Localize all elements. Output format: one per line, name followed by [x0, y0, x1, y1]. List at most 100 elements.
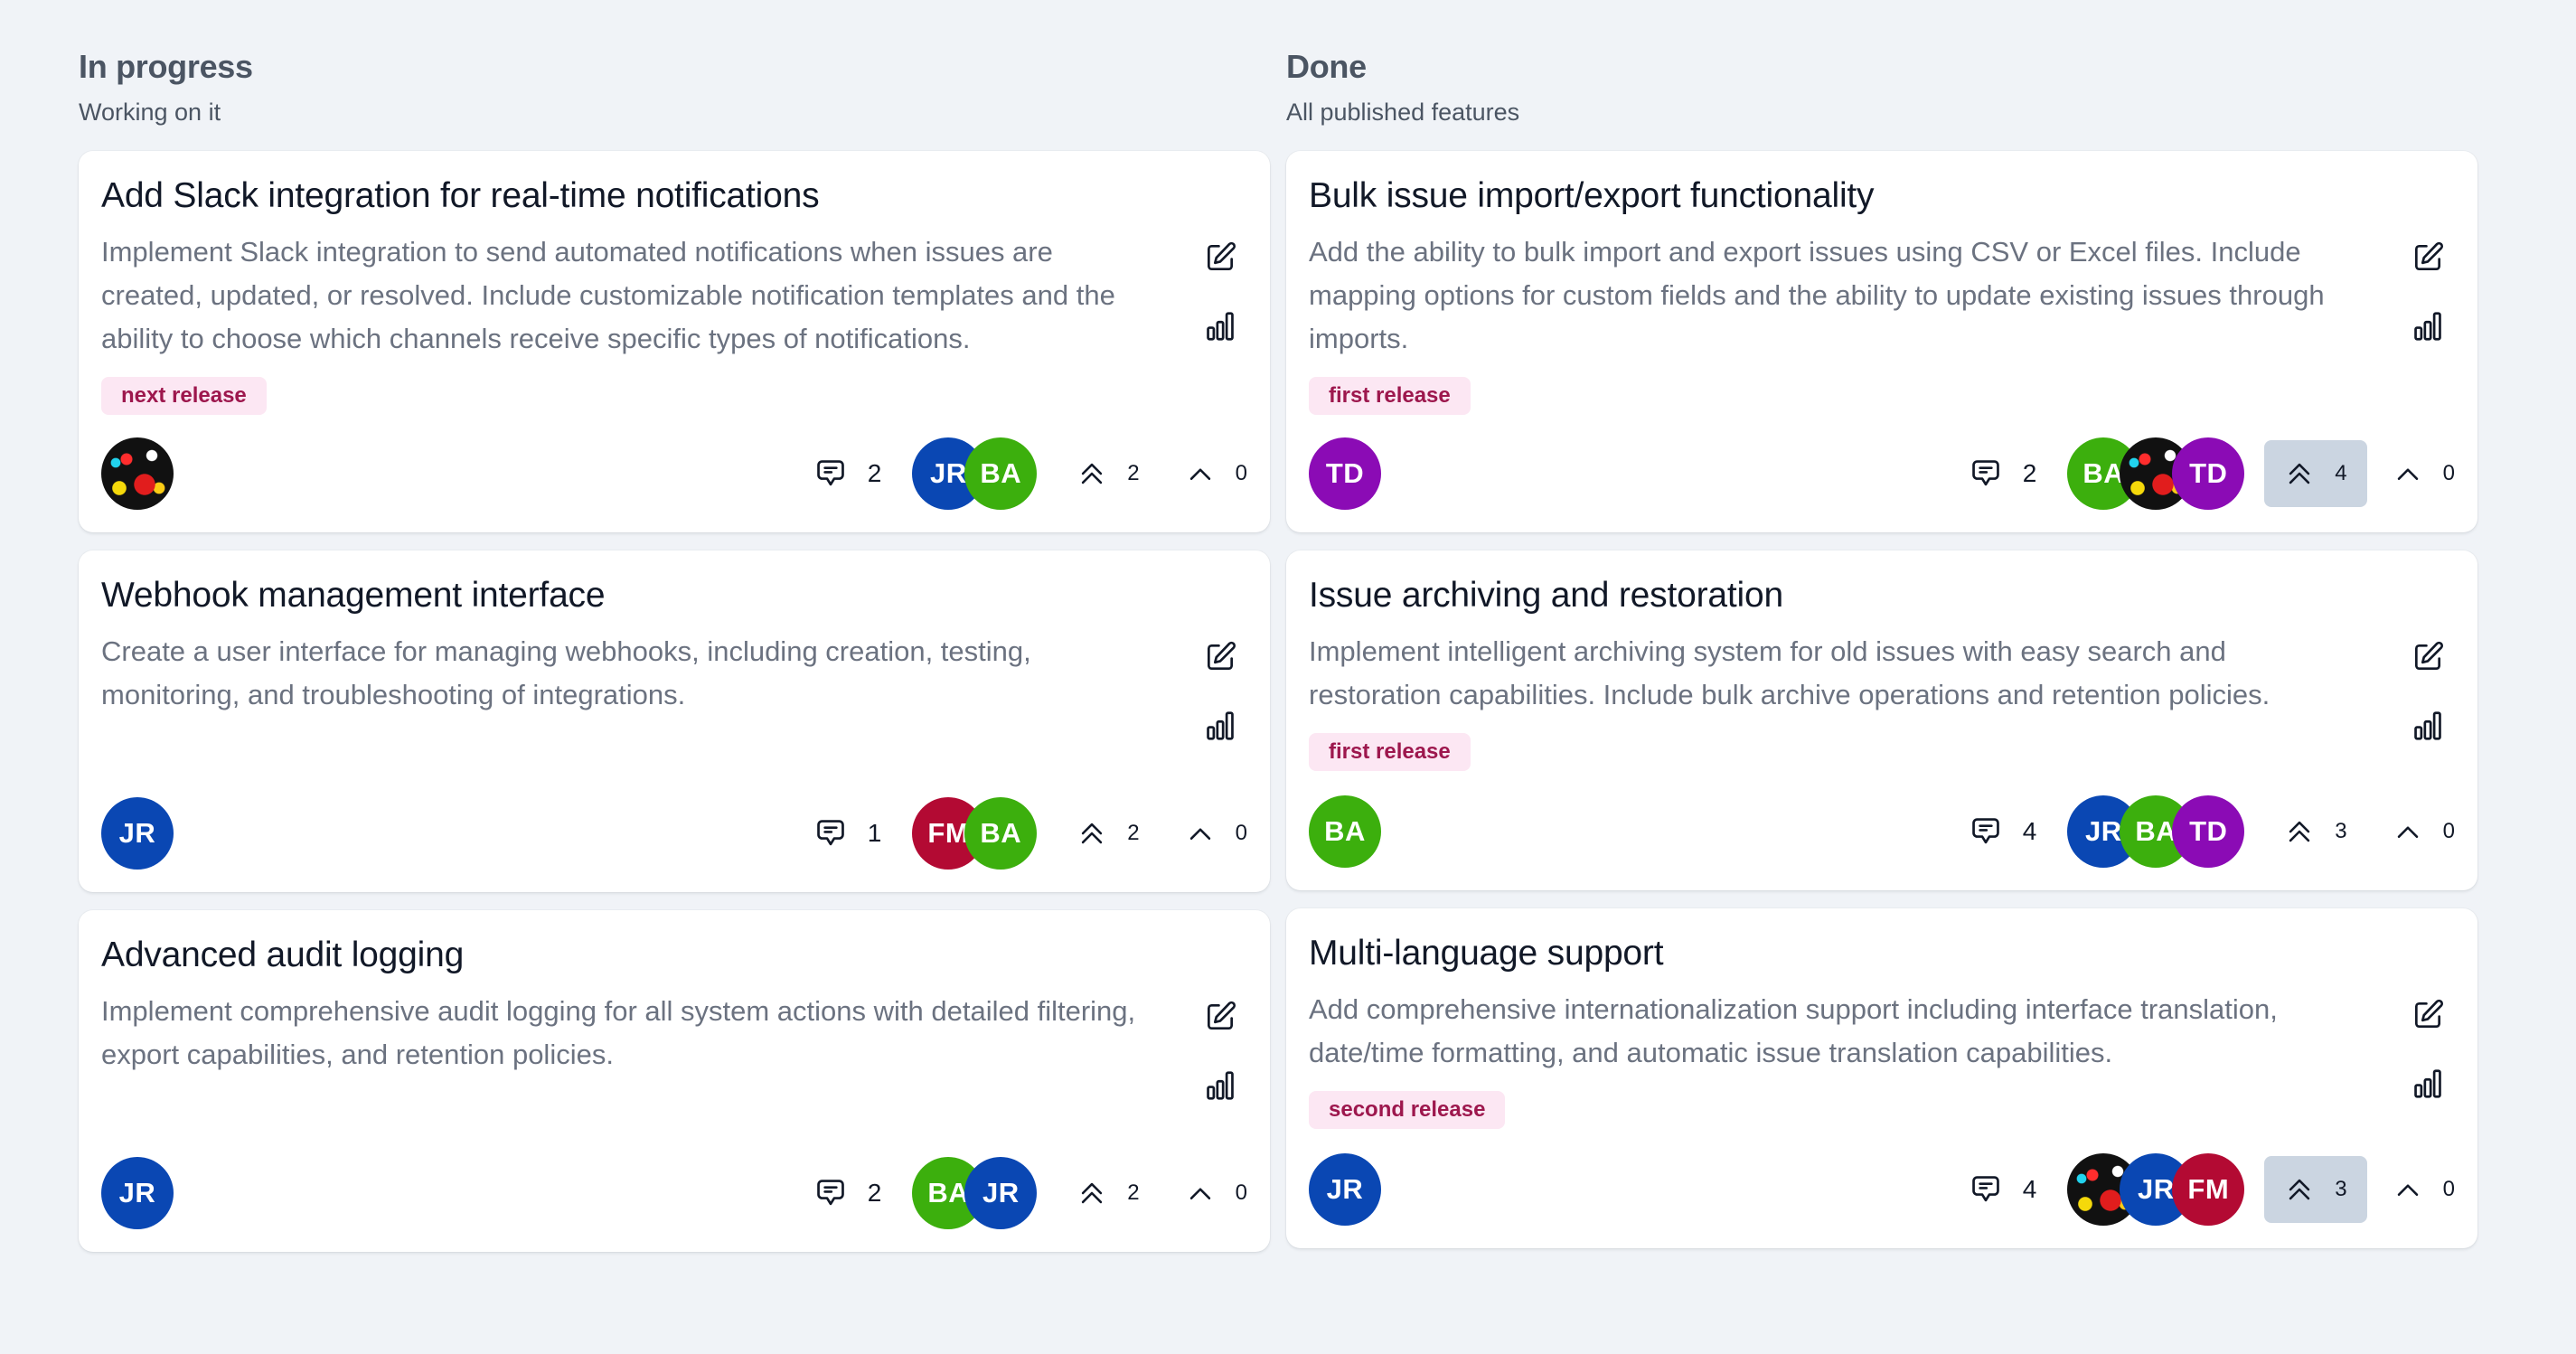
edit-button[interactable]: [2406, 635, 2449, 679]
vote-button[interactable]: 0: [1165, 1160, 1247, 1227]
card-footer: TD 2 BA TD 4 0: [1309, 415, 2455, 532]
card-actions: [1193, 630, 1247, 775]
chevron-up-icon: [2393, 816, 2423, 847]
card-footer: 2 JR BA 2 0: [101, 415, 1247, 532]
edit-button[interactable]: [1199, 236, 1242, 279]
card-title[interactable]: Multi-language support: [1309, 928, 2455, 979]
comment-count: 4: [2022, 817, 2037, 845]
card-text: Implement comprehensive audit logging fo…: [101, 990, 1193, 1134]
stats-button[interactable]: [1199, 305, 1242, 348]
comments-button[interactable]: 1: [813, 816, 882, 851]
edit-button[interactable]: [1199, 995, 1242, 1039]
card-stats: 1 FM BA 2 0: [813, 797, 1247, 870]
avatar[interactable]: BA: [1309, 795, 1381, 868]
vote-count: 0: [1235, 461, 1247, 485]
card-description: Add comprehensive internationalization s…: [1309, 993, 2278, 1068]
comment-count: 1: [867, 819, 882, 847]
card-title[interactable]: Bulk issue import/export functionality: [1309, 171, 2455, 221]
edit-button[interactable]: [1199, 635, 1242, 679]
vote-count: 0: [1235, 821, 1247, 845]
vote-button[interactable]: 0: [1165, 440, 1247, 507]
bar-chart-icon: [2411, 309, 2445, 343]
edit-icon: [1203, 240, 1237, 275]
avatar[interactable]: JR: [1309, 1153, 1381, 1226]
card-title[interactable]: Advanced audit logging: [101, 930, 1247, 981]
comment-icon: [1969, 814, 2003, 849]
avatar[interactable]: JR: [101, 797, 174, 870]
card-stats: 4 JR BA TD 3 0: [1969, 795, 2455, 868]
comments-button[interactable]: 2: [813, 456, 882, 491]
card-footer: JR 2 BA JR 2 0: [101, 1134, 1247, 1252]
avatar[interactable]: FM: [2172, 1153, 2245, 1226]
card-description: Implement comprehensive audit logging fo…: [101, 995, 1136, 1070]
avatar[interactable]: BA: [964, 797, 1038, 870]
edit-button[interactable]: [2406, 993, 2449, 1037]
stats-button[interactable]: [2406, 1062, 2449, 1105]
column-title: In progress: [79, 48, 253, 85]
feature-card[interactable]: Issue archiving and restoration Implemen…: [1286, 550, 2477, 890]
comments-button[interactable]: 4: [1969, 1172, 2036, 1207]
bar-chart-icon: [1203, 1068, 1237, 1103]
vote-button[interactable]: 0: [2373, 1156, 2455, 1223]
release-tag: second release: [1309, 1091, 1506, 1129]
avatar-photo[interactable]: [101, 437, 174, 510]
comment-count: 2: [2022, 459, 2037, 487]
card-text: Add the ability to bulk import and expor…: [1309, 230, 2401, 415]
comment-icon: [813, 456, 848, 491]
stats-button[interactable]: [2406, 704, 2449, 748]
column-cards: Add Slack integration for real-time noti…: [79, 151, 1270, 1252]
feature-card[interactable]: Bulk issue import/export functionality A…: [1286, 151, 2477, 532]
avatar[interactable]: BA: [964, 437, 1038, 510]
vote-button[interactable]: 0: [2373, 440, 2455, 507]
feature-card[interactable]: Multi-language support Add comprehensive…: [1286, 908, 2477, 1248]
chevron-up-icon: [2393, 1174, 2423, 1205]
card-description: Implement intelligent archiving system f…: [1309, 635, 2270, 710]
edit-icon: [2411, 240, 2445, 275]
comment-count: 2: [867, 459, 882, 487]
avatar[interactable]: TD: [1309, 437, 1381, 510]
column-subtitle: All published features: [1286, 99, 1520, 126]
vote-button[interactable]: 0: [2373, 798, 2455, 865]
upvote-count: 2: [1127, 821, 1140, 845]
upvote-button[interactable]: 2: [1057, 1160, 1159, 1227]
card-title[interactable]: Add Slack integration for real-time noti…: [101, 171, 1247, 221]
edit-icon: [1203, 1000, 1237, 1034]
edit-icon: [2411, 998, 2445, 1032]
avatar[interactable]: TD: [2172, 795, 2245, 868]
card-footer: BA 4 JR BA TD 3 0: [1309, 773, 2455, 890]
card-text: Add comprehensive internationalization s…: [1309, 988, 2401, 1131]
stats-button[interactable]: [1199, 1064, 1242, 1107]
avatar[interactable]: JR: [101, 1157, 174, 1229]
upvote-button[interactable]: 3: [2264, 798, 2366, 865]
feature-card[interactable]: Webhook management interface Create a us…: [79, 550, 1270, 892]
card-title[interactable]: Issue archiving and restoration: [1309, 570, 2455, 621]
upvote-count: 2: [1127, 461, 1140, 485]
stats-button[interactable]: [1199, 704, 1242, 748]
column-title: Done: [1286, 48, 1367, 85]
vote-button[interactable]: 0: [1165, 800, 1247, 867]
edit-icon: [1203, 640, 1237, 674]
card-stats: 2 BA TD 4 0: [1969, 437, 2455, 510]
card-description: Add the ability to bulk import and expor…: [1309, 236, 2325, 354]
card-actions: [2401, 630, 2455, 773]
feature-card[interactable]: Add Slack integration for real-time noti…: [79, 151, 1270, 532]
feature-card[interactable]: Advanced audit logging Implement compreh…: [79, 910, 1270, 1252]
upvote-button[interactable]: 2: [1057, 440, 1159, 507]
upvote-count: 4: [2335, 461, 2347, 485]
avatar[interactable]: JR: [964, 1157, 1038, 1229]
column-header: In progress Working on it: [79, 0, 1270, 151]
chevron-up-icon: [1185, 818, 1216, 849]
upvote-button[interactable]: 2: [1057, 800, 1159, 867]
comments-button[interactable]: 2: [1969, 456, 2037, 491]
card-owner: [101, 437, 813, 510]
vote-count: 0: [2442, 461, 2455, 485]
upvote-button[interactable]: 4: [2264, 440, 2367, 507]
edit-button[interactable]: [2406, 236, 2449, 279]
avatar[interactable]: TD: [2172, 437, 2245, 510]
comments-button[interactable]: 4: [1969, 814, 2037, 849]
card-title[interactable]: Webhook management interface: [101, 570, 1247, 621]
upvote-button[interactable]: 3: [2264, 1156, 2367, 1223]
comments-button[interactable]: 2: [813, 1176, 881, 1210]
card-body: Add comprehensive internationalization s…: [1309, 988, 2455, 1131]
stats-button[interactable]: [2406, 305, 2449, 348]
